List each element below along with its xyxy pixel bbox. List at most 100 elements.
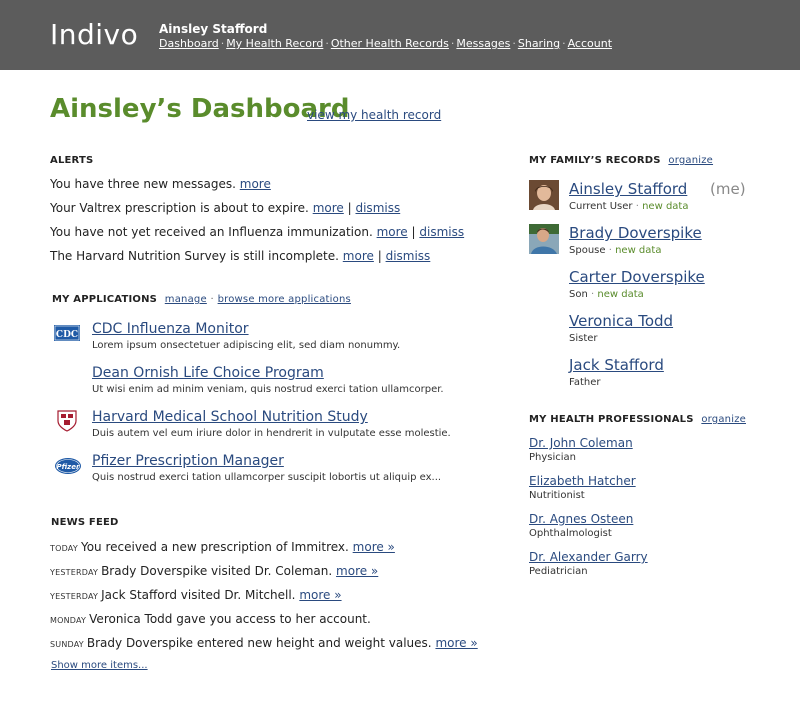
nav-my-health-record[interactable]: My Health Record	[226, 37, 323, 50]
nav-account[interactable]: Account	[568, 37, 612, 50]
heading-separator: ·	[210, 294, 214, 305]
family-member-name: Ainsley Stafford	[569, 180, 688, 198]
new-data-label: new data	[597, 289, 644, 300]
alert-text: Your Valtrex prescription is about to ex…	[50, 201, 309, 215]
top-bar: Indivo Ainsley Stafford Dashboard · My Hea…	[0, 0, 800, 70]
show-more-items-link[interactable]: Show more items...	[51, 660, 148, 671]
nav-messages[interactable]: Messages	[456, 37, 510, 50]
news-text: You received a new prescription of Immit…	[80, 540, 349, 554]
me-label: (me)	[710, 180, 746, 198]
news-more-link[interactable]: more »	[299, 588, 341, 602]
news-more-link[interactable]: more »	[336, 564, 378, 578]
alert-more-link[interactable]: more	[313, 201, 344, 215]
nav-sharing[interactable]: Sharing	[518, 37, 560, 50]
application-description: Ut wisi enim ad minim veniam, quis nostr…	[92, 384, 444, 395]
alert-dismiss-link[interactable]: dismiss	[355, 201, 400, 215]
application-description: Lorem ipsum onsectetuer adipiscing elit,…	[92, 340, 401, 351]
professional-name-link[interactable]: Dr. Agnes Osteen	[529, 512, 633, 526]
alert-text: You have not yet received an Influenza i…	[50, 225, 373, 239]
news-item: YESTERDAY Brady Doverspike visited Dr. Co…	[50, 564, 378, 578]
news-more-link[interactable]: more »	[435, 636, 477, 650]
professional-name-link[interactable]: Dr. Alexander Garry	[529, 550, 648, 564]
view-health-record-link[interactable]: view my health record	[307, 108, 441, 122]
application-name-link[interactable]: Pfizer Prescription Manager	[92, 453, 284, 469]
nav-other-health-records[interactable]: Other Health Records	[331, 37, 449, 50]
news-item: TODAY You received a new prescription of …	[50, 540, 395, 554]
application-name-link[interactable]: CDC Influenza Monitor	[92, 321, 249, 337]
alert-item: The Harvard Nutrition Survey is still in…	[50, 249, 430, 263]
alert-more-link[interactable]: more	[377, 225, 408, 239]
relation-label: Spouse	[569, 245, 606, 256]
new-data-label: new data	[642, 201, 689, 212]
professional-name-link[interactable]: Elizabeth Hatcher	[529, 474, 636, 488]
family-member-relation: Father	[569, 377, 600, 388]
professional-item: Dr. Agnes Osteen Ophthalmologist	[529, 512, 633, 539]
family-member-relation: Son · new data	[569, 289, 644, 300]
relation-label: Current User	[569, 201, 633, 212]
professional-role: Physician	[529, 452, 577, 463]
application-description: Duis autem vel eum iriure dolor in hendr…	[92, 428, 451, 439]
relation-separator: ·	[608, 245, 612, 256]
pfizer-logo-text: Pfizer	[57, 463, 80, 471]
alert-more-link[interactable]: more	[343, 249, 374, 263]
alerts-heading: ALERTS	[50, 155, 93, 166]
alert-dismiss-link[interactable]: dismiss	[419, 225, 464, 239]
alert-separator: |	[411, 225, 416, 239]
family-member-name-link[interactable]: Veronica Todd	[569, 312, 673, 330]
family-member-name-link[interactable]: Ainsley Stafford	[569, 180, 687, 198]
new-data-label: new data	[615, 245, 662, 256]
professional-item: Dr. Alexander Garry Pediatrician	[529, 550, 648, 577]
applications-heading: MY APPLICATIONS manage · browse more app…	[52, 294, 351, 305]
relation-separator: ·	[591, 289, 595, 300]
news-date: MONDAY	[50, 616, 87, 625]
health-professionals-heading: MY HEALTH PROFESSIONALS organize	[529, 414, 746, 425]
browse-applications-link[interactable]: browse more applications	[218, 294, 351, 305]
alert-more-link[interactable]: more	[240, 177, 271, 191]
alert-text: The Harvard Nutrition Survey is still in…	[50, 249, 339, 263]
news-item: YESTERDAY Jack Stafford visited Dr. Mitch…	[50, 588, 342, 602]
application-name-link[interactable]: Harvard Medical School Nutrition Study	[92, 409, 368, 425]
nav-dashboard[interactable]: Dashboard	[159, 37, 219, 50]
news-item: MONDAY Veronica Todd gave you access to h…	[50, 612, 371, 626]
family-member-name-link[interactable]: Brady Doverspike	[569, 224, 702, 242]
harvard-shield-icon[interactable]	[54, 409, 82, 433]
application-name-link[interactable]: Dean Ornish Life Choice Program	[92, 365, 324, 381]
alert-dismiss-link[interactable]: dismiss	[386, 249, 431, 263]
family-records-heading-label: MY FAMILY’S RECORDS	[529, 155, 661, 166]
relation-label: Father	[569, 377, 601, 388]
alert-separator: |	[347, 201, 352, 215]
cdc-logo-text: CDC	[56, 330, 78, 340]
relation-separator: ·	[635, 201, 639, 212]
woman-photo-icon[interactable]	[529, 180, 559, 210]
family-member-relation: Current User · new data	[569, 201, 688, 212]
nav-separator: ·	[325, 37, 329, 50]
page-title: Ainsley’s Dashboard	[50, 94, 350, 124]
alert-separator: |	[377, 249, 382, 263]
family-member-relation: Spouse · new data	[569, 245, 661, 256]
man-photo-icon[interactable]	[529, 224, 559, 254]
manage-applications-link[interactable]: manage	[165, 294, 207, 305]
cdc-logo-icon[interactable]: CDC	[54, 323, 82, 343]
current-user-name: Ainsley Stafford	[159, 22, 268, 36]
professional-role: Ophthalmologist	[529, 528, 612, 539]
professional-name-link[interactable]: Dr. John Coleman	[529, 436, 633, 450]
professional-role: Pediatrician	[529, 566, 588, 577]
app-logo[interactable]: Indivo	[50, 18, 138, 51]
alerts-heading-label: ALERTS	[50, 155, 94, 166]
news-feed-heading: NEWS FEED	[51, 517, 119, 528]
professional-role: Nutritionist	[529, 490, 585, 501]
organize-professionals-link[interactable]: organize	[701, 414, 746, 425]
organize-family-link[interactable]: organize	[668, 155, 713, 166]
pfizer-logo-icon[interactable]: Pfizer	[54, 455, 82, 475]
news-date: YESTERDAY	[50, 568, 99, 577]
relation-label: Sister	[569, 333, 598, 344]
alert-item: You have three new messages. more	[50, 177, 271, 191]
health-professionals-heading-label: MY HEALTH PROFESSIONALS	[529, 414, 694, 425]
news-text: Brady Doverspike entered new height and …	[86, 636, 432, 650]
family-member-name-link[interactable]: Jack Stafford	[569, 356, 664, 374]
alert-item: You have not yet received an Influenza i…	[50, 225, 464, 239]
application-description: Quis nostrud exerci tation ullamcorper s…	[92, 472, 442, 483]
family-member-name-link[interactable]: Carter Doverspike	[569, 268, 705, 286]
news-more-link[interactable]: more »	[353, 540, 395, 554]
alert-item: Your Valtrex prescription is about to ex…	[50, 201, 400, 215]
